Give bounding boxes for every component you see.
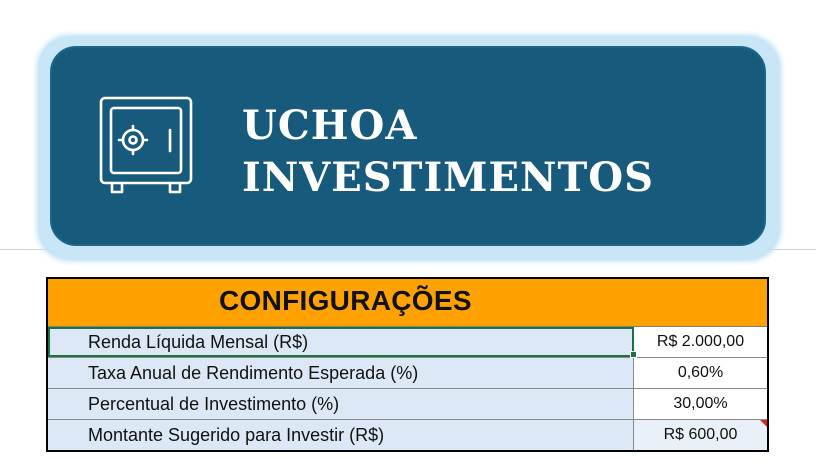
config-row-label[interactable]: Montante Sugerido para Investir (R$) <box>48 420 634 450</box>
config-row-label[interactable]: Percentual de Investimento (%) <box>48 389 634 419</box>
config-row-label[interactable]: Renda Líquida Mensal (R$) <box>48 327 634 357</box>
config-header[interactable]: CONFIGURAÇÕES <box>48 279 767 327</box>
config-row-value-text: R$ 600,00 <box>663 426 738 443</box>
config-row-percentual[interactable]: Percentual de Investimento (%) 30,00% <box>48 389 767 420</box>
fill-handle[interactable] <box>630 351 637 358</box>
brand-title-line1: UCHOA <box>242 102 418 149</box>
brand-title-line2: INVESTIMENTOS <box>242 154 654 201</box>
comment-indicator-icon[interactable] <box>760 420 767 427</box>
spreadsheet-sheet: UCHOA INVESTIMENTOS CONFIGURAÇÕES Renda … <box>0 0 816 460</box>
config-row-renda[interactable]: Renda Líquida Mensal (R$) R$ 2.000,00 <box>48 327 767 358</box>
config-header-label: CONFIGURAÇÕES <box>219 285 472 316</box>
config-row-montante[interactable]: Montante Sugerido para Investir (R$) R$ … <box>48 420 767 450</box>
safe-icon <box>99 96 193 194</box>
config-row-taxa[interactable]: Taxa Anual de Rendimento Esperada (%) 0,… <box>48 358 767 389</box>
config-row-value[interactable]: R$ 600,00 <box>634 420 767 450</box>
brand-title: UCHOA INVESTIMENTOS <box>242 100 654 204</box>
config-row-value[interactable]: 0,60% <box>634 358 767 388</box>
config-row-value[interactable]: R$ 2.000,00 <box>634 327 767 357</box>
config-row-label[interactable]: Taxa Anual de Rendimento Esperada (%) <box>48 358 634 388</box>
config-table: CONFIGURAÇÕES Renda Líquida Mensal (R$) … <box>46 277 769 452</box>
config-row-value[interactable]: 30,00% <box>634 389 767 419</box>
